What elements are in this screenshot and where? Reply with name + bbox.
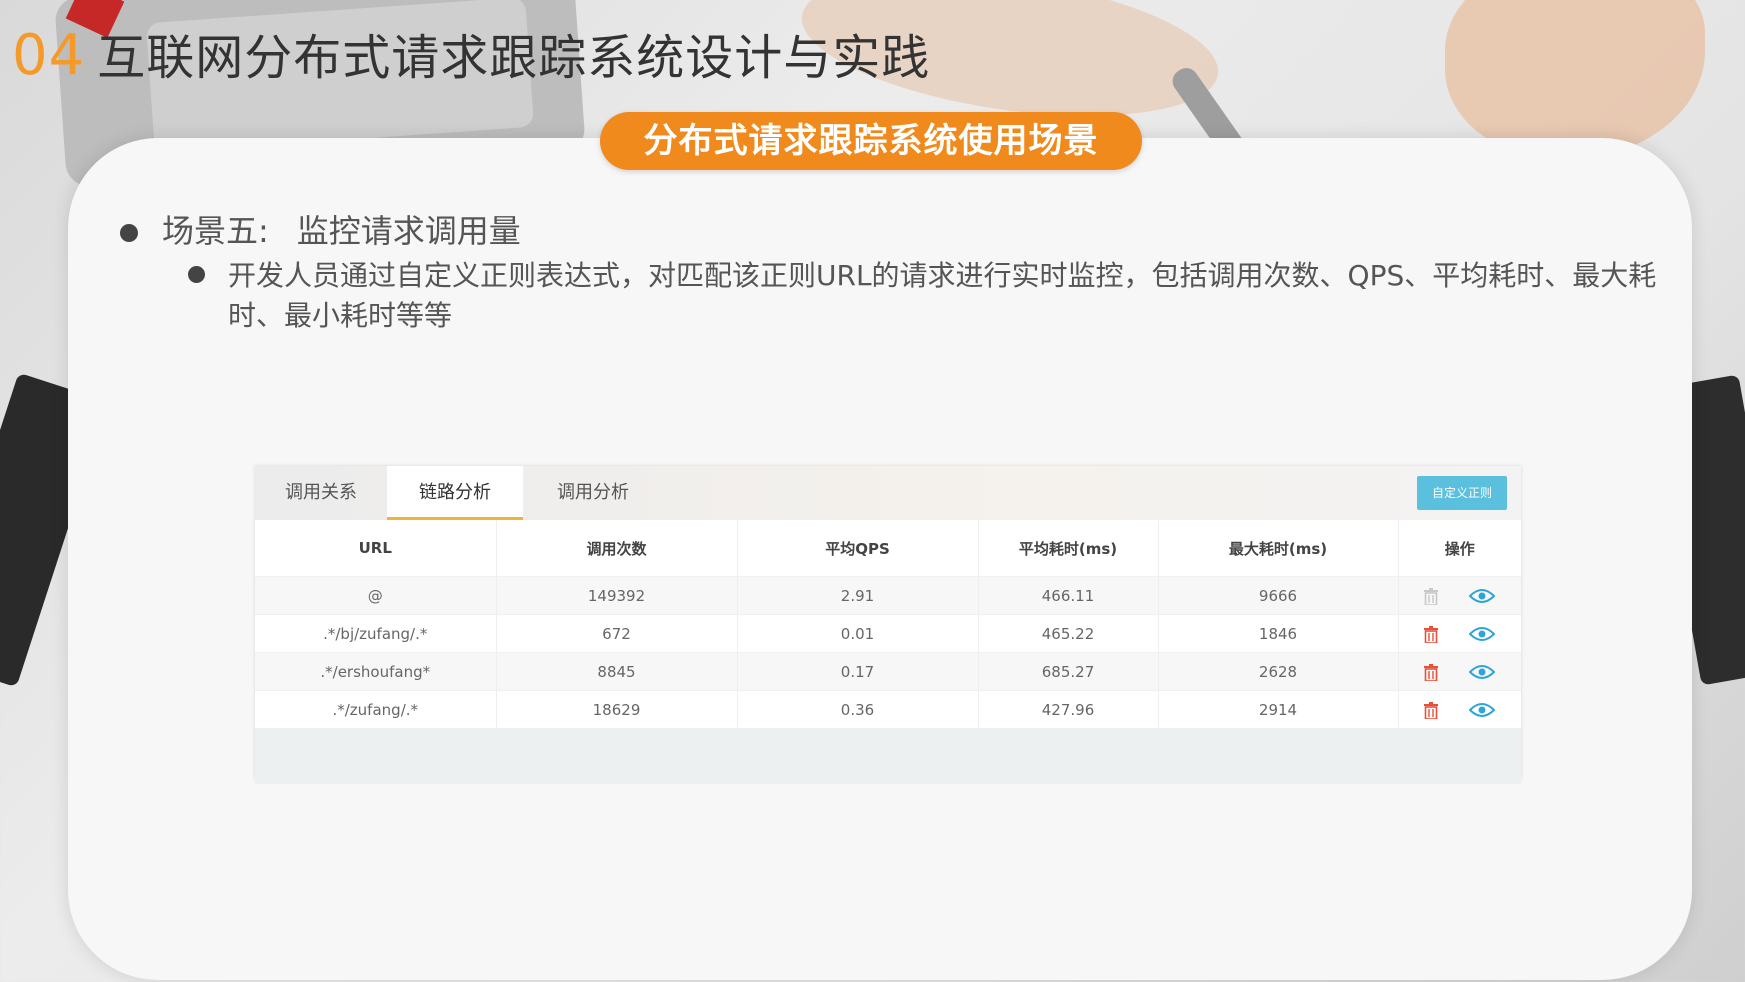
- tab-call-analysis[interactable]: 调用分析: [523, 466, 663, 520]
- slide-number: 04: [12, 23, 86, 88]
- table-row: .*/bj/zufang/.* 672 0.01 465.22 1846: [255, 614, 1521, 653]
- cell-calls: 672: [496, 614, 738, 653]
- cell-avg-time: 685.27: [978, 652, 1159, 691]
- bullet-dot: [120, 224, 138, 242]
- column-header-url: URL: [255, 520, 497, 577]
- tab-bar: 调用关系 链路分析 调用分析 自定义正则: [255, 466, 1521, 520]
- eye-icon[interactable]: [1469, 702, 1496, 718]
- background-hand-right: [1445, 0, 1705, 160]
- trash-icon[interactable]: [1424, 663, 1439, 681]
- tab-trace-analysis[interactable]: 链路分析: [387, 466, 523, 520]
- cell-url: .*/zufang/.*: [255, 690, 497, 728]
- table-row: .*/zufang/.* 18629 0.36 427.96 2914: [255, 690, 1521, 728]
- trash-icon: [1424, 587, 1439, 605]
- cell-qps: 0.17: [737, 652, 979, 691]
- bullet-dot: [188, 266, 205, 283]
- monitor-table: URL 调用次数 平均QPS 平均耗时(ms) 最大耗时(ms) 操作 @ 14…: [255, 520, 1521, 728]
- cell-actions: [1398, 690, 1521, 728]
- cell-actions: [1398, 576, 1521, 615]
- cell-url: @: [255, 576, 497, 615]
- bullet-description-text: 开发人员通过自定义正则表达式，对匹配该正则URL的请求进行实时监控，包括调用次数…: [228, 259, 1657, 332]
- cell-max-time: 1846: [1158, 614, 1399, 653]
- custom-regex-button[interactable]: 自定义正则: [1417, 476, 1507, 510]
- trash-icon[interactable]: [1424, 625, 1439, 643]
- table-row: .*/ershoufang* 8845 0.17 685.27 2628: [255, 652, 1521, 691]
- cell-qps: 2.91: [737, 576, 979, 615]
- cell-url: .*/bj/zufang/.*: [255, 614, 497, 653]
- cell-avg-time: 465.22: [978, 614, 1159, 653]
- cell-url: .*/ershoufang*: [255, 652, 497, 691]
- section-pill: 分布式请求跟踪系统使用场景: [600, 112, 1142, 170]
- cell-max-time: 2628: [1158, 652, 1399, 691]
- slide-title-text: 互联网分布式请求跟踪系统设计与实践: [97, 30, 931, 86]
- cell-avg-time: 427.96: [978, 690, 1159, 728]
- slide-title: 04 互联网分布式请求跟踪系统设计与实践: [12, 18, 930, 88]
- trash-icon[interactable]: [1424, 701, 1439, 719]
- cell-max-time: 2914: [1158, 690, 1399, 728]
- column-header-calls: 调用次数: [496, 520, 738, 577]
- table-row: @ 149392 2.91 466.11 9666: [255, 576, 1521, 615]
- column-header-max-time: 最大耗时(ms): [1158, 520, 1399, 577]
- monitor-panel: 调用关系 链路分析 调用分析 自定义正则 URL 调用次数 平均QPS 平均耗时…: [255, 466, 1521, 784]
- tab-call-relation[interactable]: 调用关系: [255, 466, 387, 520]
- cell-calls: 149392: [496, 576, 738, 615]
- eye-icon[interactable]: [1469, 626, 1496, 642]
- cell-qps: 0.01: [737, 614, 979, 653]
- cell-actions: [1398, 614, 1521, 653]
- bullet-scenario-label: 场景五:: [162, 212, 269, 250]
- eye-icon[interactable]: [1469, 664, 1496, 680]
- eye-icon[interactable]: [1469, 588, 1496, 604]
- column-header-avg-time: 平均耗时(ms): [978, 520, 1159, 577]
- column-header-actions: 操作: [1398, 520, 1521, 577]
- cell-qps: 0.36: [737, 690, 979, 728]
- bullet-description: 开发人员通过自定义正则表达式，对匹配该正则URL的请求进行实时监控，包括调用次数…: [188, 256, 1668, 336]
- cell-calls: 8845: [496, 652, 738, 691]
- cell-avg-time: 466.11: [978, 576, 1159, 615]
- cell-max-time: 9666: [1158, 576, 1399, 615]
- bullet-scenario: 场景五: 监控请求调用量: [120, 206, 521, 252]
- column-header-qps: 平均QPS: [737, 520, 979, 577]
- cell-actions: [1398, 652, 1521, 691]
- bullet-scenario-text: 监控请求调用量: [296, 212, 521, 250]
- cell-calls: 18629: [496, 690, 738, 728]
- panel-footer: [255, 728, 1521, 784]
- table-header-row: URL 调用次数 平均QPS 平均耗时(ms) 最大耗时(ms) 操作: [255, 520, 1521, 577]
